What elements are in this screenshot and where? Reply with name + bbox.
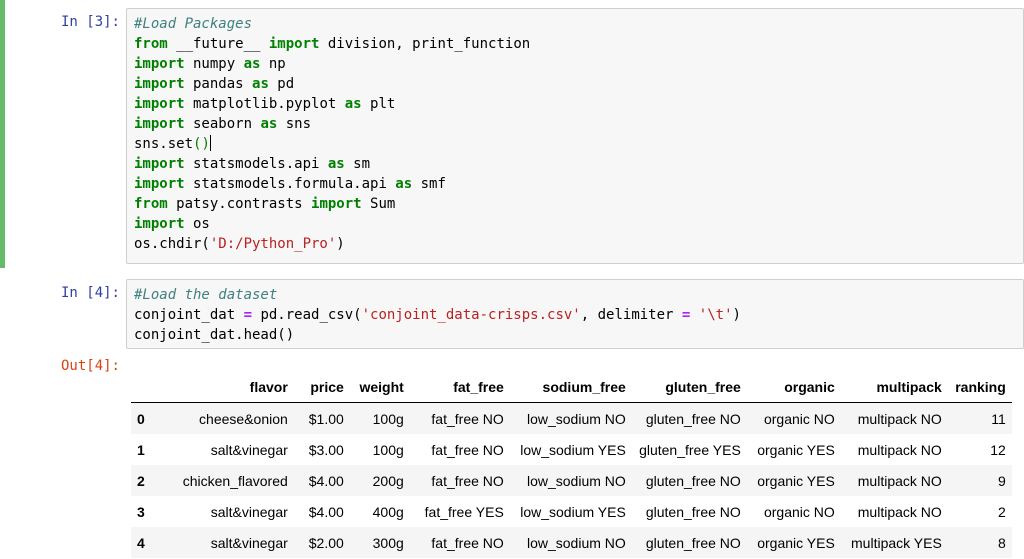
table-cell: cheese&onion xyxy=(199,410,288,427)
table-cell: gluten_free NO xyxy=(645,472,741,489)
code-line: import seaborn as sns xyxy=(134,116,312,132)
table-cell: multipack NO xyxy=(857,441,942,458)
table-cell: organic NO xyxy=(763,410,835,427)
table-cell: $3.00 xyxy=(308,441,344,458)
table-cell: organic YES xyxy=(757,534,835,551)
table-cell: fat_free NO xyxy=(431,410,504,427)
table-cell: low_sodium YES xyxy=(520,503,626,520)
table-cell: 100g xyxy=(372,441,404,458)
code-line: import os xyxy=(134,216,210,232)
table-cell: chicken_flavored xyxy=(182,472,288,489)
selected-cell-indicator xyxy=(0,0,5,268)
table-cell: salt&vinegar xyxy=(210,441,288,458)
table-cell: $4.00 xyxy=(308,503,344,520)
table-cell: 12 xyxy=(990,441,1006,458)
table-cell: gluten_free NO xyxy=(645,534,741,551)
table-row: 1 salt&vinegar $3.00 100g fat_free NO lo… xyxy=(131,434,1012,465)
table-row: 3 salt&vinegar $4.00 400g fat_free YES l… xyxy=(131,496,1012,527)
input-prompt: In [4]: xyxy=(60,285,120,301)
input-prompt: In [3]: xyxy=(60,14,120,30)
table-cell: gluten_free NO xyxy=(645,503,741,520)
code-editor[interactable]: #Load Packages from __future__ import di… xyxy=(126,8,1024,264)
table-cell: low_sodium NO xyxy=(526,534,626,551)
column-header: price xyxy=(293,372,350,403)
table-cell: organic YES xyxy=(757,441,835,458)
row-index: 1 xyxy=(137,441,145,458)
code-line: os.chdir('D:/Python_Pro') xyxy=(134,236,345,252)
table-cell: gluten_free YES xyxy=(639,441,741,458)
table-cell: fat_free NO xyxy=(431,472,504,489)
text-cursor xyxy=(209,135,211,151)
code-line: conjoint_dat = pd.read_csv('conjoint_dat… xyxy=(134,307,741,323)
table-cell: 9 xyxy=(998,472,1006,489)
table-cell: $2.00 xyxy=(308,534,344,551)
code-line: conjoint_dat.head() xyxy=(134,327,295,343)
table-cell: 300g xyxy=(372,534,404,551)
table-cell: salt&vinegar xyxy=(210,503,288,520)
table-cell: fat_free YES xyxy=(424,503,504,520)
dataframe-output: flavor price weight fat_free sodium_free… xyxy=(131,372,1012,558)
row-index: 2 xyxy=(137,472,145,489)
table-row: 2 chicken_flavored $4.00 200g fat_free N… xyxy=(131,465,1012,496)
code-line: sns.set() xyxy=(134,135,211,152)
code-line: #Load Packages xyxy=(134,16,253,32)
table-cell: 8 xyxy=(998,534,1006,551)
code-line: from patsy.contrasts import Sum xyxy=(134,196,396,212)
column-header: gluten_free xyxy=(631,372,747,403)
table-cell: 400g xyxy=(372,503,404,520)
row-index: 0 xyxy=(137,410,145,427)
code-line: import matplotlib.pyplot as plt xyxy=(134,96,396,112)
table-cell: 2 xyxy=(998,503,1006,520)
column-header: ranking xyxy=(947,372,1012,403)
table-row: 0 cheese&onion $1.00 100g fat_free NO lo… xyxy=(131,402,1012,434)
table-cell: multipack NO xyxy=(857,472,942,489)
table-cell: multipack YES xyxy=(851,534,942,551)
column-header: fat_free xyxy=(409,372,510,403)
table-cell: 11 xyxy=(991,410,1006,427)
column-header: flavor xyxy=(150,372,294,403)
code-line: #Load the dataset xyxy=(134,287,278,303)
table-cell: multipack NO xyxy=(857,503,942,520)
table-cell: $4.00 xyxy=(308,472,344,489)
table-cell: organic YES xyxy=(757,472,835,489)
column-header: weight xyxy=(349,372,410,403)
index-header xyxy=(131,372,151,403)
column-header: sodium_free xyxy=(509,372,632,403)
code-line: import pandas as pd xyxy=(134,76,295,92)
output-prompt: Out[4]: xyxy=(60,358,120,374)
table-cell: fat_free NO xyxy=(431,534,504,551)
table-cell: gluten_free NO xyxy=(645,410,741,427)
table-cell: $1.00 xyxy=(308,410,344,427)
code-line: import numpy as np xyxy=(134,56,286,72)
table-row: 4 salt&vinegar $2.00 300g fat_free NO lo… xyxy=(131,527,1012,558)
table-cell: salt&vinegar xyxy=(210,534,288,551)
row-index: 4 xyxy=(137,534,145,551)
code-line: import statsmodels.api as sm xyxy=(134,156,371,172)
table-cell: low_sodium NO xyxy=(526,472,626,489)
code-cell-3[interactable]: In [3]: #Load Packages from __future__ i… xyxy=(0,0,1024,268)
table-cell: 200g xyxy=(372,472,404,489)
row-index: 3 xyxy=(137,503,145,520)
table-cell: multipack NO xyxy=(857,410,942,427)
table-cell: low_sodium NO xyxy=(526,410,626,427)
column-header: organic xyxy=(746,372,841,403)
code-line: import statsmodels.formula.api as smf xyxy=(134,176,446,192)
code-editor[interactable]: #Load the dataset conjoint_dat = pd.read… xyxy=(126,279,1024,349)
table-header-row: flavor price weight fat_free sodium_free… xyxy=(131,372,1012,403)
table-cell: organic NO xyxy=(763,503,835,520)
table-cell: 100g xyxy=(372,410,404,427)
table-cell: low_sodium YES xyxy=(520,441,626,458)
code-line: from __future__ import division, print_f… xyxy=(134,36,531,52)
column-header: multipack xyxy=(840,372,948,403)
table-cell: fat_free NO xyxy=(431,441,504,458)
